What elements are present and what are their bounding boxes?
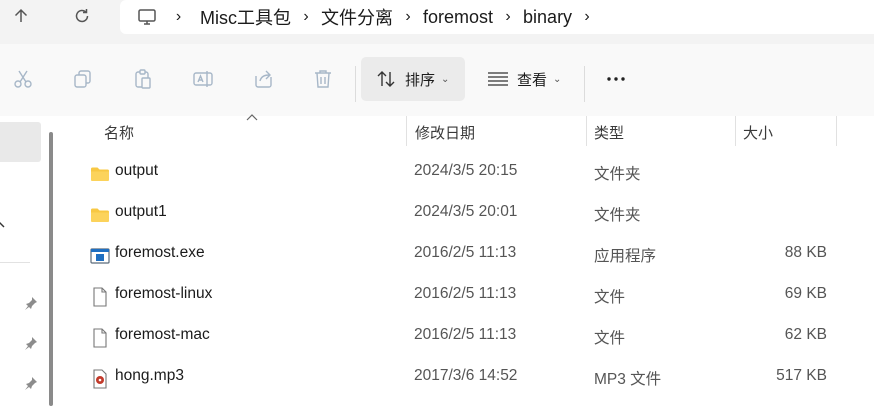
- address-bar-area: › Misc工具包 › 文件分离 › foremost › binary ›: [0, 0, 874, 44]
- table-row[interactable]: output1 2024/3/5 20:01 文件夹: [62, 193, 874, 234]
- table-row[interactable]: foremost.exe 2016/2/5 11:13 应用程序 88 KB: [62, 234, 874, 275]
- refresh-button[interactable]: [64, 4, 100, 28]
- file-size: 62 KB: [784, 326, 827, 343]
- file-icon: [93, 287, 107, 307]
- more-icon: [607, 77, 625, 81]
- chevron-down-icon: ⌄: [441, 73, 450, 85]
- sort-label: 排序: [405, 71, 436, 89]
- file-type: 应用程序: [594, 248, 657, 265]
- pin-icon[interactable]: [24, 336, 38, 350]
- share-button[interactable]: [251, 66, 277, 92]
- column-header: 名称 修改日期 类型 大小: [62, 114, 874, 146]
- rename-button[interactable]: [190, 66, 216, 92]
- sort-button[interactable]: 排序 ⌄: [361, 57, 465, 101]
- sort-icon: [377, 71, 395, 87]
- file-name: foremost.exe: [115, 244, 205, 261]
- column-divider[interactable]: [586, 116, 587, 146]
- file-type: 文件: [594, 330, 626, 347]
- cut-button[interactable]: [10, 66, 36, 92]
- chevron-down-icon: ⌄: [553, 73, 562, 85]
- column-divider[interactable]: [836, 116, 837, 146]
- file-name: hong.mp3: [115, 367, 184, 384]
- exe-icon: [90, 248, 110, 264]
- breadcrumb-item-misc[interactable]: Misc工具包: [200, 4, 291, 30]
- toolbar-divider: [355, 66, 356, 102]
- sort-ascending-icon: [246, 114, 258, 121]
- file-type: 文件: [594, 289, 626, 306]
- copy-icon: [74, 70, 91, 88]
- file-size: 517 KB: [776, 367, 827, 384]
- chevron-right-icon[interactable]: ›: [572, 8, 602, 26]
- command-bar: 排序 ⌄ 查看 ⌄: [0, 44, 874, 116]
- file-size: 69 KB: [784, 285, 827, 302]
- share-icon: [255, 70, 272, 88]
- nav-scrollbar[interactable]: [49, 132, 53, 406]
- up-button[interactable]: [3, 4, 39, 28]
- table-row[interactable]: foremost-linux 2016/2/5 11:13 文件 69 KB: [62, 275, 874, 316]
- column-header-type[interactable]: 类型: [594, 122, 624, 143]
- file-type: MP3 文件: [594, 371, 662, 388]
- file-size: 88 KB: [784, 244, 827, 261]
- view-icon: [488, 72, 508, 86]
- column-divider[interactable]: [735, 116, 736, 146]
- file-date: 2024/3/5 20:01: [414, 203, 518, 220]
- refresh-icon: [75, 9, 89, 23]
- table-row[interactable]: foremost-mac 2016/2/5 11:13 文件 62 KB: [62, 316, 874, 357]
- file-name: foremost-linux: [115, 285, 213, 302]
- breadcrumb-item-foremost[interactable]: foremost: [423, 7, 493, 28]
- table-row[interactable]: hong.mp3 2017/3/6 14:52 MP3 文件 517 KB: [62, 357, 874, 398]
- breadcrumb-item-file-split[interactable]: 文件分离: [321, 4, 393, 30]
- file-date: 2016/2/5 11:13: [414, 285, 517, 302]
- audio-file-icon: [93, 369, 107, 389]
- nav-divider: [0, 262, 30, 263]
- breadcrumb-item-binary[interactable]: binary: [523, 7, 572, 28]
- column-header-size[interactable]: 大小: [743, 122, 773, 143]
- toolbar-divider: [584, 66, 585, 102]
- nav-item-selected[interactable]: [0, 122, 41, 162]
- column-divider[interactable]: [406, 116, 407, 146]
- file-name: foremost-mac: [115, 326, 210, 343]
- pin-icon[interactable]: [24, 376, 38, 390]
- file-type: 文件夹: [594, 166, 641, 183]
- paste-button[interactable]: [130, 66, 156, 92]
- chevron-right-icon[interactable]: ›: [157, 8, 200, 26]
- copy-button[interactable]: [70, 66, 96, 92]
- chevron-right-icon[interactable]: ›: [493, 8, 523, 26]
- file-date: 2024/3/5 20:15: [414, 162, 518, 179]
- file-name: output: [115, 162, 159, 179]
- arrow-up-icon: [14, 8, 28, 22]
- file-icon: [93, 328, 107, 348]
- file-date: 2016/2/5 11:13: [414, 326, 517, 343]
- file-type: 文件夹: [594, 207, 641, 224]
- more-button[interactable]: [603, 66, 629, 92]
- file-date: 2016/2/5 11:13: [414, 244, 517, 261]
- folder-icon: [91, 167, 109, 181]
- rename-icon: [193, 71, 213, 87]
- chevron-up-icon[interactable]: [0, 220, 10, 230]
- chevron-right-icon[interactable]: ›: [393, 8, 423, 26]
- view-label: 查看: [517, 71, 548, 89]
- delete-icon: [315, 70, 331, 88]
- computer-icon[interactable]: [137, 8, 157, 26]
- breadcrumb[interactable]: › Misc工具包 › 文件分离 › foremost › binary ›: [120, 0, 874, 34]
- column-header-date[interactable]: 修改日期: [415, 122, 475, 143]
- column-header-name[interactable]: 名称: [104, 122, 134, 143]
- folder-icon: [91, 208, 109, 222]
- paste-icon: [135, 69, 151, 89]
- pin-icon[interactable]: [24, 296, 38, 310]
- table-row[interactable]: output 2024/3/5 20:15 文件夹: [62, 152, 874, 193]
- navigation-pane: [0, 116, 62, 406]
- chevron-right-icon[interactable]: ›: [291, 8, 321, 26]
- delete-button[interactable]: [310, 66, 336, 92]
- view-button[interactable]: 查看 ⌄: [480, 57, 575, 101]
- file-date: 2017/3/6 14:52: [414, 367, 518, 384]
- file-name: output1: [115, 203, 167, 220]
- cut-icon: [14, 70, 32, 88]
